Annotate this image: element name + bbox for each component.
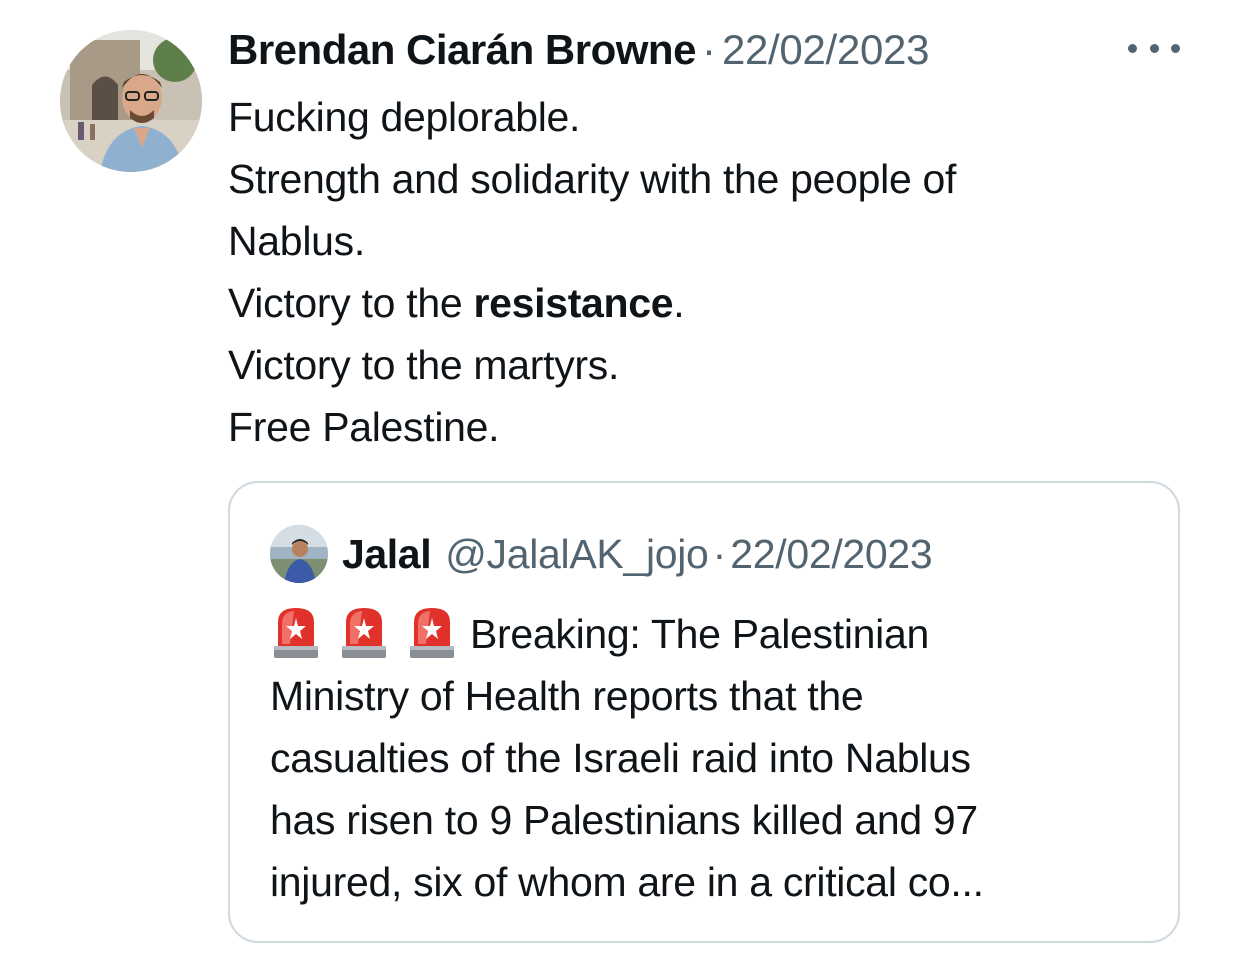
quoted-line: has risen to 9 Palestinians killed and 9…: [270, 797, 978, 843]
rotating-light-icon: [274, 608, 318, 658]
quoted-author-avatar: [270, 525, 328, 583]
quoted-tweet-card[interactable]: Jalal @JalalAK_jojo · 22/02/2023 Breakin…: [228, 481, 1180, 943]
tweet-line: Free Palestine.: [228, 404, 500, 450]
tweet-timestamp[interactable]: 22/02/2023: [722, 24, 930, 76]
tweet-bold-word: resistance: [473, 280, 674, 326]
quoted-header-separator: ·: [712, 531, 727, 577]
author-name[interactable]: Brendan Ciarán Browne: [228, 24, 696, 76]
quoted-line: Ministry of Health reports that the: [270, 673, 864, 719]
tweet-header: Brendan Ciarán Browne · 22/02/2023: [228, 24, 929, 76]
quoted-line-text: Breaking: The Palestinian: [470, 611, 929, 657]
quoted-line: casualties of the Israeli raid into Nabl…: [270, 735, 971, 781]
tweet-line: Fucking deplorable.: [228, 94, 581, 140]
quoted-tweet-text: Breaking: The Palestinian Ministry of He…: [270, 603, 1150, 913]
tweet-line-suffix: .: [673, 280, 685, 326]
rotating-light-icon: [342, 608, 386, 658]
quoted-author-name: Jalal: [342, 531, 432, 577]
tweet-line: Victory to the martyrs.: [228, 342, 620, 388]
tweet-text: Fucking deplorable. Strength and solidar…: [228, 86, 1178, 458]
quoted-author-handle: @JalalAK_jojo: [445, 531, 709, 577]
tweet[interactable]: Brendan Ciarán Browne · 22/02/2023 Fucki…: [0, 0, 1242, 957]
quoted-timestamp: 22/02/2023: [730, 531, 933, 577]
quoted-line: injured, six of whom are in a critical c…: [270, 859, 984, 905]
author-avatar[interactable]: [60, 30, 202, 172]
header-separator: ·: [701, 26, 716, 73]
more-horizontal-icon[interactable]: [1128, 36, 1180, 60]
tweet-line: Strength and solidarity with the people …: [228, 156, 957, 202]
tweet-line: Nablus.: [228, 218, 365, 264]
rotating-light-icon: [410, 608, 454, 658]
tweet-line-prefix: Victory to the: [228, 280, 474, 326]
quoted-tweet-header: Jalal @JalalAK_jojo · 22/02/2023: [342, 527, 933, 581]
quoted-line: Breaking: The Palestinian: [270, 603, 1150, 665]
tweet-line: Victory to the resistance.: [228, 272, 1178, 334]
